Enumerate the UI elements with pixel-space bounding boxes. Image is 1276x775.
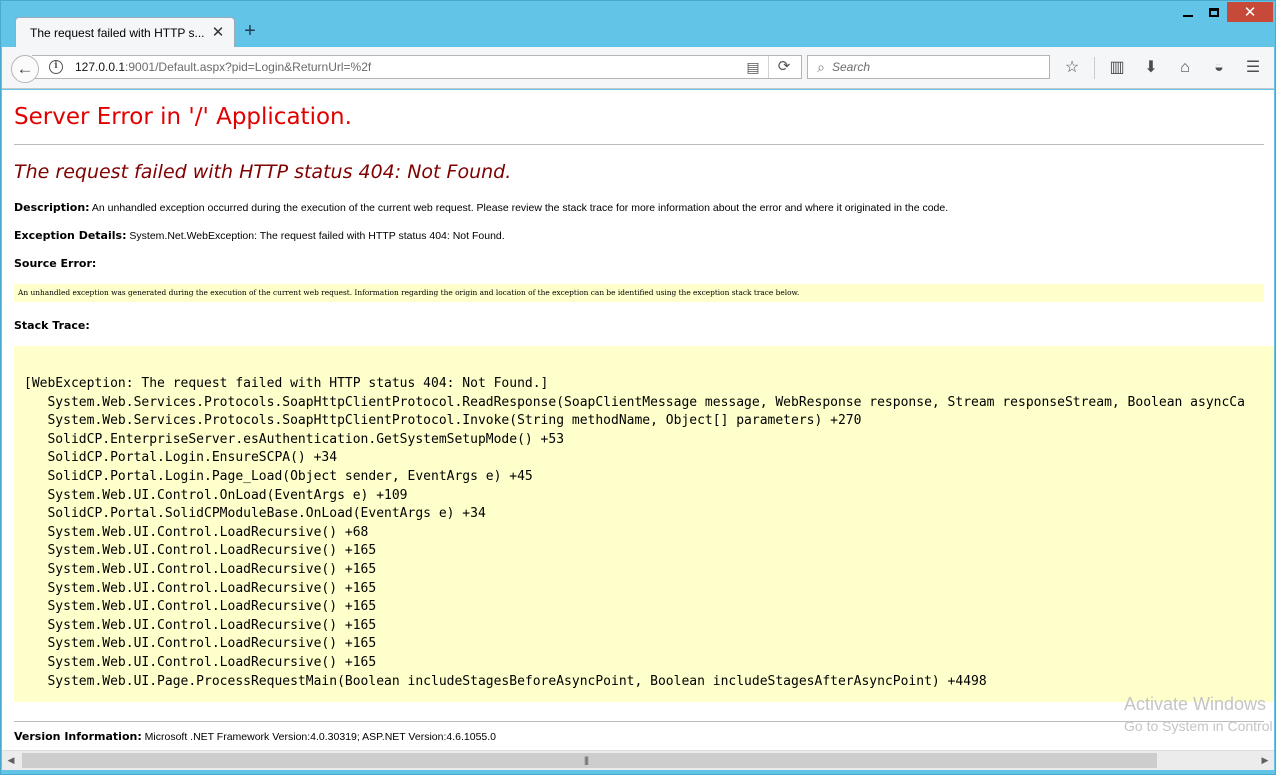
navigation-toolbar: i 127.0.0.1:9001/Default.aspx?pid=Login&… (2, 47, 1274, 89)
star-icon[interactable]: ☆ (1060, 57, 1084, 79)
source-error-heading: Source Error: (14, 257, 96, 270)
scrollbar-thumb[interactable]: ||| (22, 753, 1157, 768)
pocket-icon[interactable]: ◒ (1207, 57, 1231, 79)
watermark-subtitle: Go to System in Control Panel to activat… (1124, 718, 1274, 734)
stack-trace-line: SolidCP.Portal.Login.Page_Load(Object se… (24, 469, 533, 484)
close-icon: ✕ (1243, 4, 1257, 21)
stack-trace-line: System.Web.UI.Control.LoadRecursive() +1… (24, 636, 377, 652)
url-path: :9001/Default.aspx?pid=Login&ReturnUrl=%… (125, 60, 372, 74)
info-icon[interactable]: i (49, 60, 63, 74)
stack-trace-line: System.Web.UI.Control.LoadRecursive() +6… (24, 524, 369, 540)
stack-trace-line: System.Web.UI.Control.LoadRecursive() +1… (24, 580, 377, 596)
maximize-button[interactable] (1201, 2, 1227, 22)
divider (14, 144, 1264, 145)
source-error-text: An unhandled exception was generated dur… (18, 288, 800, 297)
close-window-button[interactable]: ✕ (1227, 2, 1273, 22)
stack-trace-line: SolidCP.Portal.SolidCPModuleBase.OnLoad(… (24, 506, 486, 522)
url-divider (768, 56, 769, 78)
stack-trace-line: SolidCP.Portal.Login.EnsureSCPA() +34 (24, 450, 338, 466)
description-row: Description: An unhandled exception occu… (14, 201, 948, 214)
stack-trace-line: SolidCP.EnterpriseServer.esAuthenticatio… (24, 431, 565, 447)
description-label: Description: (14, 201, 90, 214)
stack-trace-heading: Stack Trace: (14, 319, 90, 332)
stack-trace-line: System.Web.UI.Page.ProcessRequestMain(Bo… (24, 673, 987, 689)
url-text[interactable]: 127.0.0.1:9001/Default.aspx?pid=Login&Re… (75, 60, 742, 74)
error-subtitle: The request failed with HTTP status 404:… (14, 161, 512, 183)
stack-trace-line: [WebException: The request failed with H… (24, 376, 549, 391)
bookmarks-list-icon[interactable]: ▥ (1105, 57, 1129, 79)
browser-tab-active[interactable]: The request failed with HTTP s... ✕ (15, 17, 235, 47)
stack-trace-line: System.Web.Services.Protocols.SoapHttpCl… (24, 394, 1245, 410)
tab-title: The request failed with HTTP s... (30, 25, 205, 40)
reload-icon[interactable]: ⟳ (773, 56, 795, 78)
tab-strip: The request failed with HTTP s... ✕ + ✕ (1, 1, 1276, 47)
window-controls: ✕ (1175, 2, 1273, 22)
stack-trace-label: Stack Trace: (14, 319, 90, 332)
scroll-left-arrow-icon[interactable]: ◀ (2, 751, 20, 770)
exception-label: Exception Details: (14, 229, 127, 242)
tab-close-icon[interactable]: ✕ (210, 24, 226, 41)
page-title: Server Error in '/' Application. (14, 104, 352, 130)
download-icon[interactable]: ⬇ (1139, 57, 1163, 79)
scroll-grip-icon: ||| (584, 755, 589, 765)
stack-trace-line: System.Web.Services.Protocols.SoapHttpCl… (24, 413, 862, 429)
search-icon: ⌕ (817, 58, 825, 75)
maximize-icon (1209, 7, 1219, 17)
browser-window: The request failed with HTTP s... ✕ + ✕ … (0, 0, 1276, 775)
back-arrow-icon: ← (16, 59, 34, 78)
toolbar-icons: ☆ ▥ ⬇ ⌂ ◒ ☰ (1060, 57, 1275, 79)
description-text: An unhandled exception occurred during t… (89, 202, 949, 214)
search-bar[interactable]: ⌕ (807, 55, 1050, 79)
stack-trace-line: System.Web.UI.Control.LoadRecursive() +1… (24, 599, 377, 615)
source-error-box: An unhandled exception was generated dur… (14, 284, 1264, 302)
exception-row: Exception Details: System.Net.WebExcepti… (14, 229, 505, 242)
minimize-button[interactable] (1175, 2, 1201, 22)
stack-trace-box: [WebException: The request failed with H… (14, 346, 1274, 702)
version-label: Version Information: (14, 730, 142, 743)
version-row: Version Information: Microsoft .NET Fram… (14, 730, 496, 743)
hamburger-menu-icon[interactable]: ☰ (1241, 57, 1265, 79)
address-bar[interactable]: i 127.0.0.1:9001/Default.aspx?pid=Login&… (32, 55, 802, 79)
stack-trace-line: System.Web.UI.Control.LoadRecursive() +1… (24, 543, 377, 559)
watermark-title: Activate Windows (1124, 694, 1267, 714)
toolbar-divider (1094, 57, 1095, 79)
activation-watermark: Activate Windows Go to System in Control… (1124, 694, 1274, 734)
divider (14, 721, 1264, 722)
stack-trace-line: System.Web.UI.Control.OnLoad(EventArgs e… (24, 487, 408, 503)
horizontal-scrollbar[interactable]: ◀ ||| ▶ (2, 750, 1274, 770)
url-host: 127.0.0.1 (75, 60, 126, 74)
search-input[interactable] (832, 60, 1032, 74)
stack-trace-line: System.Web.UI.Control.LoadRecursive() +1… (24, 562, 377, 577)
reader-view-icon[interactable]: ▤ (742, 56, 764, 78)
page-content: Server Error in '/' Application. The req… (2, 90, 1274, 750)
source-error-label: Source Error: (14, 257, 97, 270)
scroll-right-arrow-icon[interactable]: ▶ (1256, 751, 1274, 770)
exception-text: System.Net.WebException: The request fai… (126, 230, 505, 242)
back-button[interactable]: ← (11, 55, 39, 83)
minimize-icon (1183, 15, 1193, 17)
new-tab-plus-icon[interactable]: + (241, 21, 259, 41)
stack-trace-line: System.Web.UI.Control.LoadRecursive() +1… (24, 655, 377, 670)
version-text: Microsoft .NET Framework Version:4.0.303… (141, 731, 497, 743)
stack-trace-line: System.Web.UI.Control.LoadRecursive() +1… (24, 617, 377, 633)
home-icon[interactable]: ⌂ (1173, 57, 1197, 79)
